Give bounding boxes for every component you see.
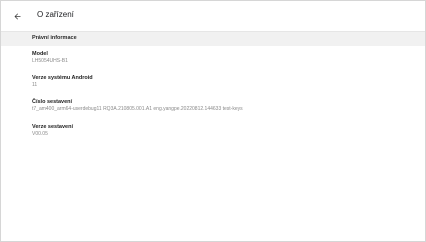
- back-button[interactable]: [11, 10, 23, 22]
- model-item[interactable]: Model LH5054UHS-B1: [32, 51, 68, 65]
- build-version-label: Verze sestavení: [32, 124, 73, 130]
- build-number-item[interactable]: Číslo sestavení t7_am400_arm64-userdebug…: [32, 99, 243, 113]
- legal-info-row[interactable]: Právní informace: [1, 32, 425, 46]
- build-number-label: Číslo sestavení: [32, 99, 73, 105]
- model-label: Model: [32, 51, 48, 57]
- app-bar: O zařízení: [1, 1, 425, 32]
- build-version-item[interactable]: Verze sestavení V00.05: [32, 124, 73, 138]
- legal-info-label: Právní informace: [32, 35, 77, 41]
- build-number-value: t7_am400_arm64-userdebug11 RQ3A.210805.0…: [32, 106, 243, 112]
- build-version-value: V00.05: [32, 131, 48, 137]
- android-version-value: 11: [32, 82, 38, 88]
- arrow-left-icon: [14, 13, 20, 19]
- android-version-label: Verze systému Android: [32, 75, 93, 81]
- settings-screen: O zařízení Právní informace Model LH5054…: [0, 0, 426, 242]
- model-value: LH5054UHS-B1: [32, 58, 68, 64]
- page-title: O zařízení: [37, 10, 74, 19]
- android-version-item[interactable]: Verze systému Android 11: [32, 75, 93, 89]
